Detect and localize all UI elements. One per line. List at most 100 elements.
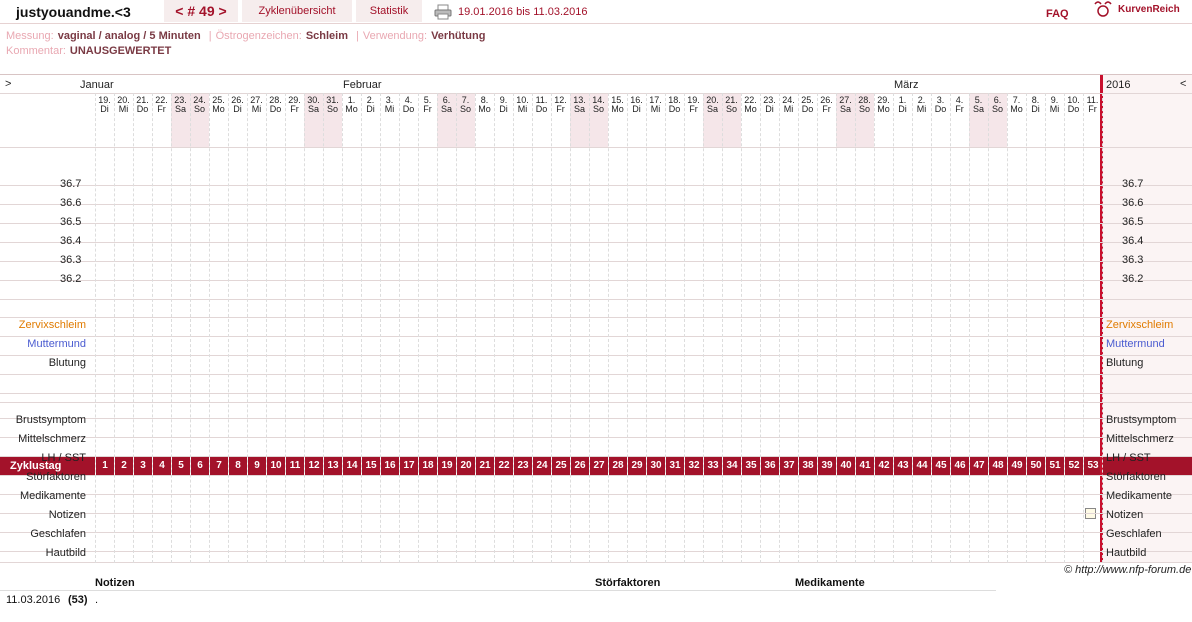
- weekday: Mi: [251, 104, 262, 114]
- zervixschleim-label-right: Zervixschleim: [1106, 319, 1174, 331]
- cycle-day-number: 20: [456, 456, 475, 476]
- cycle-chart: > < 2016 Januar Februar März Zervixschle…: [0, 75, 1192, 563]
- grid-column-line: [1045, 93, 1046, 563]
- grid-row-line: [0, 242, 1192, 243]
- day-header: 7. Mo: [1007, 96, 1026, 114]
- grid-column-line: [285, 93, 286, 563]
- row-label-störfaktoren: Störfaktoren: [26, 471, 86, 483]
- day-header: 11. Do: [532, 96, 551, 114]
- verwendung-label: Verwendung:: [362, 30, 428, 42]
- grid-column-line: [228, 93, 229, 563]
- row-label-brustsymptom: Brustsymptom: [15, 414, 86, 426]
- day-header: 29. Fr: [285, 96, 304, 114]
- footer-divider: [0, 590, 996, 591]
- grid-column-line: [342, 93, 343, 563]
- medikamente-column-header: Medikamente: [795, 577, 865, 589]
- nav-left-chevron[interactable]: >: [5, 78, 11, 90]
- day-header: 25. Do: [798, 96, 817, 114]
- meta-separator: |: [208, 30, 212, 42]
- cycle-day-number: 48: [988, 456, 1007, 476]
- weekday: Mi: [118, 104, 129, 114]
- right-label-muttermund: Muttermund: [1106, 338, 1165, 350]
- grid-column-line: [1064, 93, 1065, 563]
- cycle-day-number: 26: [570, 456, 589, 476]
- weekday: Mo: [345, 104, 358, 114]
- weekday: Fr: [689, 104, 698, 114]
- weekday: Do: [402, 104, 415, 114]
- grid-column-line: [361, 93, 362, 563]
- grid-column-line: [380, 93, 381, 563]
- temperature-label: 36.7: [60, 178, 82, 190]
- grid-row-line: [0, 204, 1192, 205]
- day-header: 28. Do: [266, 96, 285, 114]
- weekday: Do: [668, 104, 681, 114]
- cycle-day-number: 27: [589, 456, 608, 476]
- cycle-day-number: 12: [304, 456, 323, 476]
- grid-column-line: [323, 93, 324, 563]
- printer-icon[interactable]: [434, 4, 452, 20]
- credit-link[interactable]: © http://www.nfp-forum.de: [1064, 564, 1191, 576]
- cycle-day-number: 1: [95, 456, 114, 476]
- grid-column-line: [171, 93, 172, 563]
- faq-link[interactable]: FAQ: [1046, 8, 1069, 20]
- kurvenreich-logo-icon[interactable]: [1092, 0, 1114, 18]
- weekday: Do: [934, 104, 947, 114]
- cycle-day-number: 2: [114, 456, 133, 476]
- grid-column-line: [779, 93, 780, 563]
- weekday: Sa: [307, 104, 319, 114]
- day-header: 10. Mi: [513, 96, 532, 114]
- weekday: Mo: [212, 104, 225, 114]
- grid-row-line: [0, 261, 1192, 262]
- row-label-muttermund: Muttermund: [0, 338, 86, 350]
- grid-column-line: [741, 93, 742, 563]
- day-header: 24. So: [190, 96, 209, 114]
- grid-column-line: [608, 93, 609, 563]
- grid-column-line: [722, 93, 723, 563]
- temperature-label: 36.2: [60, 273, 82, 285]
- day-header: 1. Di: [893, 96, 912, 114]
- grid-column-line: [209, 93, 210, 563]
- day-header: 13. Sa: [570, 96, 589, 114]
- day-header: 26. Fr: [817, 96, 836, 114]
- grid-row-line: [0, 374, 1192, 375]
- temperature-label-right: 36.5: [1122, 216, 1144, 228]
- grid-row-line: [0, 280, 1192, 281]
- temperature-label: 36.5: [60, 216, 82, 228]
- day-header: 5. Sa: [969, 96, 988, 114]
- day-header: 6. Sa: [437, 96, 456, 114]
- brand-name[interactable]: KurvenReich: [1118, 4, 1180, 15]
- day-header: 15. Mo: [608, 96, 627, 114]
- cycle-day-bar: Zyklustag 1 2 3 4 5 6 7 8 9 10 11 12 13 14 15 16 17 18 19 2…: [0, 456, 1100, 476]
- weekday: Do: [801, 104, 814, 114]
- right-label-hautbild: Hautbild: [1106, 547, 1147, 559]
- day-header: 16. Di: [627, 96, 646, 114]
- meta-separator: |: [356, 30, 359, 42]
- cycle-day-number: 37: [779, 456, 798, 476]
- right-label-lh-sst: LH / SST: [1106, 452, 1151, 464]
- grid-row-line: [0, 317, 1192, 318]
- cycle-day-number: 47: [969, 456, 988, 476]
- grid-row-line: [0, 185, 1192, 186]
- tab-statistics[interactable]: Statistik: [356, 0, 422, 22]
- tab-cycle-overview[interactable]: Zyklenübersicht: [242, 0, 352, 22]
- row-label-zervixschleim: Zervixschleim: [0, 319, 86, 331]
- month-label: Februar: [343, 79, 382, 91]
- grid-column-line: [798, 93, 799, 563]
- weekday: Sa: [573, 104, 585, 114]
- cycle-day-number: 49: [1007, 456, 1026, 476]
- weekday: Mi: [783, 104, 794, 114]
- grid-column-line: [1007, 93, 1008, 563]
- note-text: .: [95, 594, 99, 606]
- cycle-day-number: 40: [836, 456, 855, 476]
- cycle-nav[interactable]: < # 49 >: [164, 0, 238, 22]
- grid-column-line: [95, 93, 96, 563]
- weekday: So: [725, 104, 737, 114]
- grid-column-line: [893, 93, 894, 563]
- nav-right-chevron[interactable]: <: [1180, 78, 1186, 90]
- day-header: 4. Fr: [950, 96, 969, 114]
- grid-column-line: [551, 93, 552, 563]
- meta-line-1: Messung: vaginal / analog / 5 Minuten | Öst…: [6, 30, 489, 42]
- right-label-geschlafen: Geschlafen: [1106, 528, 1162, 540]
- grid-column-line: [152, 93, 153, 563]
- temperature-label-right: 36.3: [1122, 254, 1144, 266]
